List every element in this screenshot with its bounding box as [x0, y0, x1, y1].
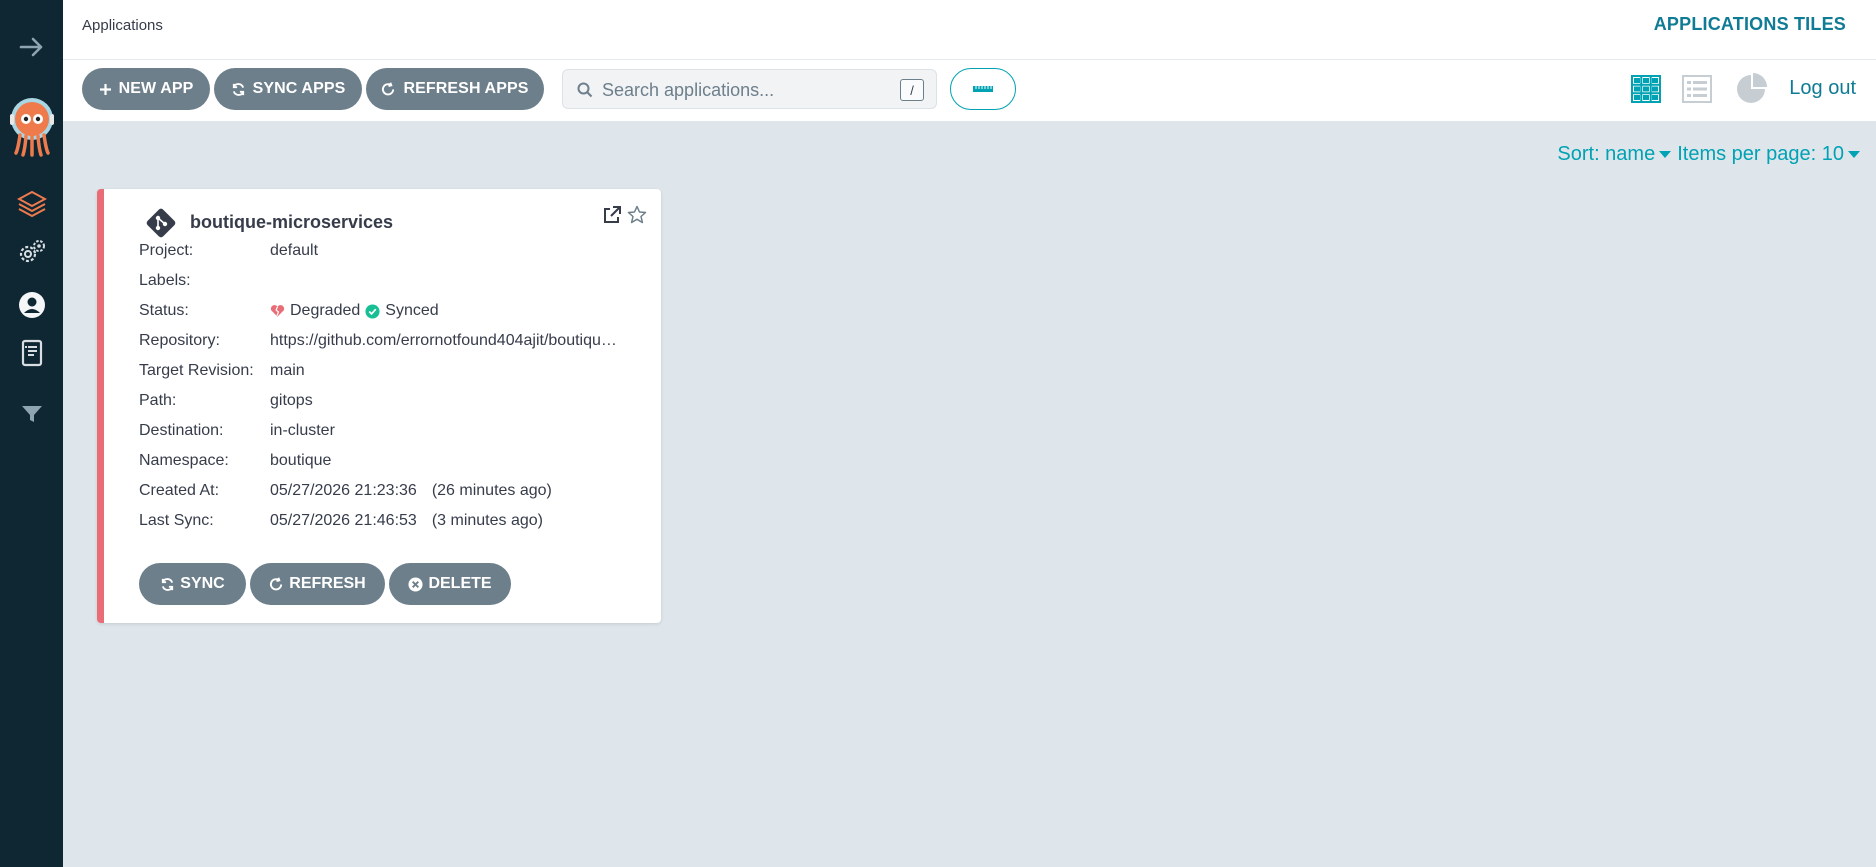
field-value: https://github.com/errornotfound404ajit/… — [270, 332, 625, 349]
delete-button[interactable]: DELETE — [389, 563, 511, 605]
field-label: Status: — [139, 302, 189, 319]
expand-sidebar-button[interactable] — [0, 33, 63, 61]
created-relative: (26 minutes ago) — [431, 482, 552, 499]
sidebar-item-user-info[interactable] — [0, 290, 63, 320]
field-status: Status: Degraded Synced — [139, 300, 625, 322]
argo-octopus-icon — [9, 98, 54, 157]
ruler-icon — [973, 86, 993, 92]
field-label: Last Sync: — [139, 512, 214, 529]
times-circle-icon — [408, 576, 423, 592]
breadcrumb[interactable]: Applications — [82, 17, 163, 34]
field-value: 05/27/2026 21:23:36 (26 minutes ago) — [270, 482, 625, 500]
field-label: Destination: — [139, 422, 224, 439]
filter-icon — [21, 406, 42, 422]
health-status: Degraded — [290, 302, 361, 319]
field-label: Repository: — [139, 332, 220, 349]
logout-link[interactable]: Log out — [1789, 77, 1856, 100]
sort-controls: Sort: name Items per page: 10 — [1557, 143, 1860, 166]
last-sync-relative: (3 minutes ago) — [431, 512, 543, 529]
list-view-icon[interactable] — [1682, 75, 1712, 103]
field-created-at: Created At: 05/27/2026 21:23:36 (26 minut… — [139, 480, 625, 502]
search-box[interactable]: Search applications... / — [562, 69, 937, 109]
delete-label: DELETE — [428, 575, 492, 592]
field-label: Target Revision: — [139, 362, 254, 379]
refresh-button[interactable]: REFRESH — [250, 563, 385, 605]
refresh-icon — [270, 576, 283, 590]
sidebar-item-filters[interactable] — [0, 402, 63, 426]
check-circle-icon — [365, 303, 380, 319]
field-target-revision: Target Revision: main — [139, 360, 625, 382]
field-namespace: Namespace: boutique — [139, 450, 625, 472]
field-path: Path: gitops — [139, 390, 625, 412]
user-circle-icon — [18, 292, 45, 318]
field-repository: Repository: https://github.com/errornotfo… — [139, 330, 625, 352]
field-value: gitops — [270, 392, 313, 409]
toolbar: NEW APP SYNC APPS REFRESH APPS Search ap… — [63, 60, 1876, 121]
field-label: Created At: — [139, 482, 220, 499]
git-icon — [146, 208, 176, 238]
sync-icon — [162, 577, 174, 591]
field-label: Project: — [139, 242, 194, 259]
sync-label: SYNC — [180, 575, 225, 592]
field-label: Path: — [139, 392, 177, 409]
refresh-label: REFRESH — [289, 575, 366, 592]
page-title: APPLICATIONS TILES — [1653, 14, 1846, 34]
chevron-down-icon — [1848, 151, 1860, 159]
new-app-label: NEW APP — [118, 80, 194, 97]
items-per-page-dropdown[interactable]: Items per page: 10 — [1677, 143, 1860, 166]
sidebar-item-docs[interactable] — [0, 338, 63, 368]
top-bar: Applications APPLICATIONS TILES — [63, 0, 1876, 60]
sidebar-item-applications[interactable] — [0, 189, 63, 219]
arrow-right-icon — [19, 37, 42, 57]
search-input[interactable]: Search applications... — [602, 80, 774, 101]
gears-icon — [19, 240, 45, 263]
sidebar — [0, 0, 63, 867]
created-timestamp: 05/27/2026 21:23:36 — [270, 482, 417, 499]
field-value: default — [270, 242, 319, 259]
refresh-apps-label: REFRESH APPS — [403, 80, 529, 97]
search-icon — [577, 82, 593, 98]
field-value: in-cluster — [270, 422, 335, 439]
favorites-filter-button[interactable] — [950, 68, 1016, 110]
argo-logo[interactable] — [0, 97, 63, 157]
items-per-page-label: Items per page: 10 — [1677, 143, 1844, 165]
field-last-sync: Last Sync: 05/27/2026 21:46:53 (3 minutes… — [139, 510, 625, 532]
last-sync-timestamp: 05/27/2026 21:46:53 — [270, 512, 417, 529]
field-labels: Labels: — [139, 270, 625, 292]
search-shortcut-key: / — [900, 79, 924, 101]
status-value: Degraded Synced — [270, 302, 625, 320]
field-value: 05/27/2026 21:46:53 (3 minutes ago) — [270, 512, 625, 530]
plus-icon — [99, 83, 111, 95]
sidebar-item-settings[interactable] — [0, 237, 63, 267]
field-label: Labels: — [139, 272, 191, 289]
sort-dropdown[interactable]: Sort: name — [1557, 143, 1672, 166]
layers-icon — [16, 190, 47, 218]
external-link-icon[interactable] — [602, 205, 622, 225]
heart-broken-icon — [270, 305, 285, 317]
summary-pie-icon[interactable] — [1734, 72, 1768, 106]
sync-apps-label: SYNC APPS — [252, 80, 346, 97]
refresh-icon — [382, 81, 395, 95]
app-name[interactable]: boutique-microservices — [190, 212, 393, 233]
sync-apps-button[interactable]: SYNC APPS — [214, 68, 362, 110]
field-label: Namespace: — [139, 452, 229, 469]
chevron-down-icon — [1659, 151, 1672, 159]
new-app-button[interactable]: NEW APP — [82, 68, 210, 110]
sync-status: Synced — [385, 302, 439, 319]
sync-icon — [232, 82, 244, 96]
field-value: boutique — [270, 452, 332, 469]
sync-button[interactable]: SYNC — [139, 563, 246, 605]
field-value: main — [270, 362, 305, 379]
tiles-view-icon[interactable] — [1631, 75, 1661, 103]
field-project: Project: default — [139, 240, 625, 262]
application-tile[interactable]: boutique-microservices Project: default L… — [97, 189, 661, 623]
star-icon[interactable] — [627, 205, 647, 225]
sort-label: Sort: name — [1557, 143, 1656, 165]
field-destination: Destination: in-cluster — [139, 420, 625, 442]
book-icon — [21, 339, 42, 367]
refresh-apps-button[interactable]: REFRESH APPS — [366, 68, 544, 110]
